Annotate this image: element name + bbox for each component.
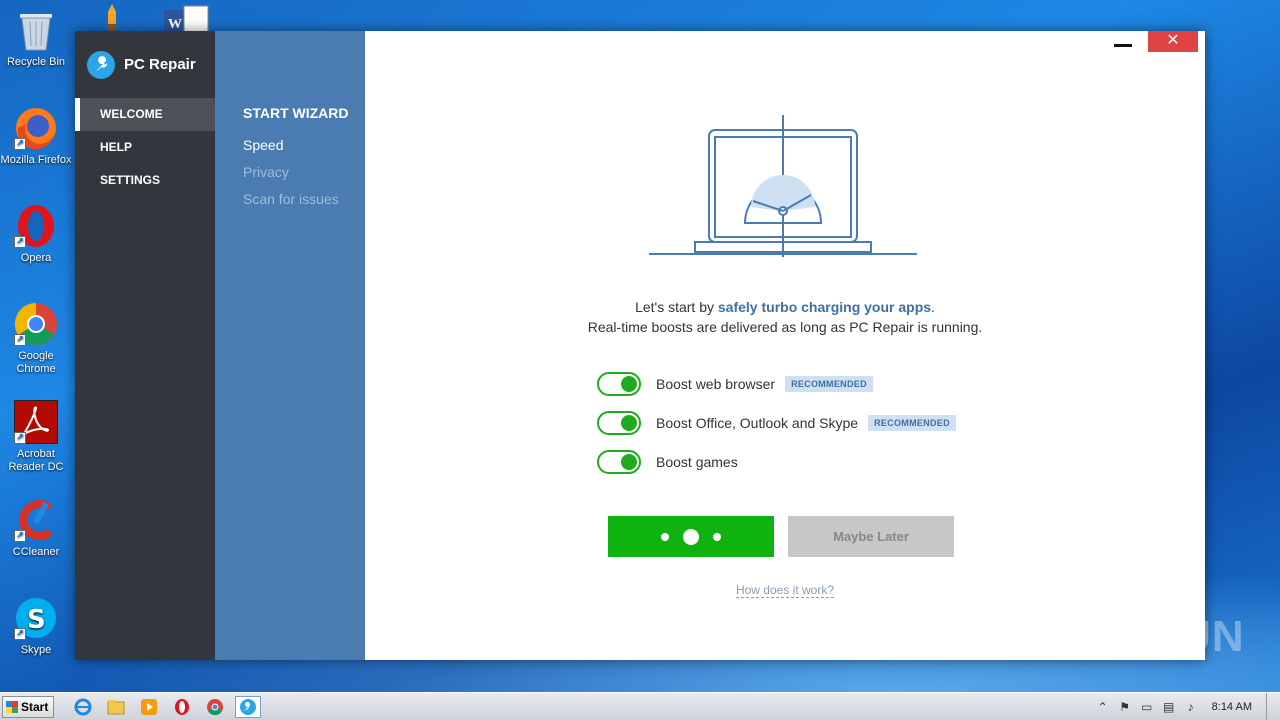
desktop-icon-label: Opera [20, 252, 52, 264]
laptop-speedometer-icon [649, 115, 917, 257]
wizard-panel: START WIZARD Speed Privacy Scan for issu… [215, 31, 365, 660]
intro-suffix: . [931, 299, 935, 315]
minimize-button[interactable] [1114, 44, 1132, 47]
boost-label: Boost Office, Outlook and Skype [656, 415, 859, 431]
battery-icon[interactable]: ▭ [1138, 700, 1156, 714]
opera-icon: ↗ [14, 204, 58, 248]
shortcut-arrow-icon: ↗ [14, 138, 26, 150]
internet-explorer-icon[interactable] [70, 696, 96, 718]
boost-row-web-browser: Boost web browser RECOMMENDED [597, 371, 873, 397]
desktop-icon-acrobat[interactable]: ↗ Acrobat Reader DC [0, 400, 72, 474]
wizard-step-speed[interactable]: Speed [243, 137, 365, 164]
desktop-icon-label: Skype [20, 644, 52, 656]
chrome-icon: ↗ [14, 302, 58, 346]
intro-highlight: safely turbo charging your apps [717, 299, 932, 315]
taskbar: Start ⌃ ⚑ ▭ ▤ ♪ 8:14 AM [0, 692, 1280, 720]
desktop-icon-label: Google Chrome [16, 350, 56, 375]
anyrun-watermark: ANY RUN [1038, 612, 1245, 661]
intro-prefix: Let's start by [635, 299, 718, 315]
action-center-icon[interactable]: ⚑ [1116, 700, 1134, 714]
wizard-title: START WIZARD [243, 105, 349, 121]
toggle-boost-web-browser[interactable] [597, 372, 641, 396]
toggle-boost-games[interactable] [597, 450, 641, 474]
intro-line2: Real-time boosts are delivered as long a… [587, 319, 983, 335]
boost-label: Boost games [656, 454, 738, 470]
start-label: Start [21, 699, 49, 714]
shortcut-arrow-icon: ↗ [14, 432, 26, 444]
how-it-works-link[interactable]: How does it work? [735, 583, 835, 598]
start-button[interactable]: Start [2, 695, 54, 718]
acrobat-icon: ↗ [14, 400, 58, 444]
toggle-knob [621, 454, 637, 470]
desktop-icon-ccleaner[interactable]: ↗ CCleaner [0, 498, 72, 559]
main-content: ✕ Let's start by safely turbo charging y… [365, 31, 1205, 660]
wrench-logo-icon [87, 50, 115, 79]
recommended-badge: RECOMMENDED [785, 376, 873, 392]
volume-icon[interactable]: ♪ [1182, 700, 1200, 714]
shortcut-arrow-icon: ↗ [14, 334, 26, 346]
clock[interactable]: 8:14 AM [1212, 701, 1252, 713]
nav-item-help[interactable]: HELP [75, 131, 215, 164]
close-button[interactable]: ✕ [1148, 31, 1198, 52]
desktop-icon-firefox[interactable]: ↗ Mozilla Firefox [0, 106, 72, 167]
chrome-taskbar-icon[interactable] [202, 696, 228, 718]
network-icon[interactable]: ▤ [1160, 700, 1178, 714]
pencil-icon[interactable] [100, 4, 136, 34]
svg-text:S: S [27, 605, 46, 635]
wizard-step-scan[interactable]: Scan for issues [243, 191, 365, 218]
pc-repair-window: PC Repair WELCOME HELP SETTINGS START WI… [75, 31, 1205, 660]
intro-text: Let's start by safely turbo charging you… [365, 297, 1205, 337]
boost-row-games: Boost games [597, 449, 738, 475]
system-tray: ⌃ ⚑ ▭ ▤ ♪ 8:14 AM [1092, 693, 1280, 720]
shortcut-arrow-icon: ↗ [14, 236, 26, 248]
recommended-badge: RECOMMENDED [868, 415, 956, 431]
nav-item-settings[interactable]: SETTINGS [75, 164, 215, 197]
shortcut-arrow-icon: ↗ [14, 628, 26, 640]
show-desktop-button[interactable] [1266, 693, 1280, 720]
desktop-icon-label: CCleaner [12, 546, 60, 558]
desktop-icon-label: Mozilla Firefox [0, 154, 72, 166]
pc-repair-taskbar-icon[interactable] [235, 695, 261, 718]
desktop-icon-skype[interactable]: S ↗ Skype [0, 596, 72, 657]
desktop-icon-chrome[interactable]: ↗ Google Chrome [0, 302, 72, 376]
maybe-later-button[interactable]: Maybe Later [788, 516, 954, 557]
recycle-bin-icon [14, 8, 58, 52]
how-it-works-container: How does it work? [365, 581, 1205, 599]
boost-row-office: Boost Office, Outlook and Skype RECOMMEN… [597, 410, 956, 436]
word-document-icon[interactable]: W [164, 4, 209, 35]
boost-label: Boost web browser [656, 376, 776, 392]
desktop-icon-recycle-bin[interactable]: Recycle Bin [0, 8, 72, 69]
show-hidden-icons-icon[interactable]: ⌃ [1094, 700, 1112, 714]
desktop-icon-label: Acrobat Reader DC [8, 448, 64, 473]
file-explorer-icon[interactable] [103, 696, 129, 718]
brand: PC Repair [75, 31, 215, 98]
svg-text:W: W [168, 17, 182, 32]
app-name: PC Repair [124, 56, 196, 73]
nav-item-welcome[interactable]: WELCOME [75, 98, 215, 131]
main-nav: PC Repair WELCOME HELP SETTINGS [75, 31, 215, 660]
desktop-icon-label: Recycle Bin [6, 56, 66, 68]
loading-dot-icon [683, 528, 699, 545]
opera-taskbar-icon[interactable] [169, 696, 195, 718]
continue-button[interactable] [608, 516, 774, 557]
toggle-knob [621, 376, 637, 392]
shortcut-arrow-icon: ↗ [14, 530, 26, 542]
skype-icon: S ↗ [14, 596, 58, 640]
toggle-knob [621, 415, 637, 431]
firefox-icon: ↗ [14, 106, 58, 150]
windows-logo-icon [6, 700, 18, 713]
media-player-icon[interactable] [136, 696, 162, 718]
loading-dot-icon [713, 532, 721, 541]
desktop-icon-opera[interactable]: ↗ Opera [0, 204, 72, 265]
loading-dot-icon [661, 532, 669, 541]
ccleaner-icon: ↗ [14, 498, 58, 542]
toggle-boost-office[interactable] [597, 411, 641, 435]
wizard-step-privacy[interactable]: Privacy [243, 164, 365, 191]
